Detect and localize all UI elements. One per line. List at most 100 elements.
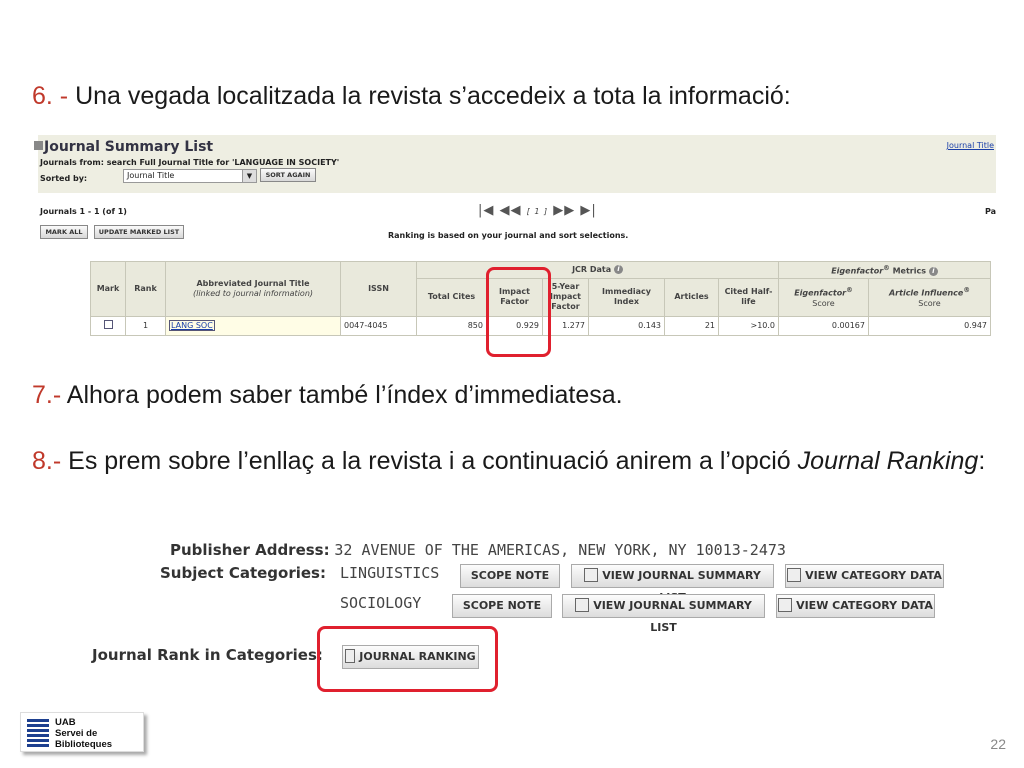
eigen-group-rest: Metrics [889,266,926,276]
eigenfactor-group: Eigenfactor® Metrics i [778,261,991,279]
logo-line-1: UAB [55,717,76,728]
subject-name: LINGUISTICS [340,564,440,582]
info-icon[interactable]: i [613,264,623,274]
article-influence-sub: Score [918,298,941,308]
eigen-score-sup: ® [846,286,853,295]
col-immediacy: Immediacy Index [588,277,665,317]
subject-categories-label: Subject Categories: [160,564,326,582]
article-influence-title: Article Influence [888,288,964,298]
col-eigen-score: Eigenfactor® Score [778,277,869,317]
subject-categories-label-row: Subject Categories: [160,564,326,582]
view-journal-summary-button[interactable]: VIEW JOURNAL SUMMARY LIST [562,594,765,634]
publisher-address-value: 32 AVENUE OF THE AMERICAS, NEW YORK, NY … [334,541,786,559]
logo-line-2: Servei de [55,728,98,739]
page-indicator: [ 1 ] [526,207,549,216]
uab-logo-icon [27,719,49,747]
col-abbrev: Abbreviated Journal Title (linked to jou… [165,261,341,317]
scope-note-button[interactable]: SCOPE NOTE [460,564,560,588]
col-mark: Mark [90,261,126,317]
journal-rank-label: Journal Rank in Categories: [92,646,323,664]
journal-title-link[interactable]: Journal Title [947,141,994,150]
col-articles: Articles [664,277,719,317]
next-page-icon[interactable]: ▶▶ [553,203,575,218]
article-influence-sup: ® [963,286,970,295]
update-marked-list-button[interactable]: UPDATE MARKED LIST [94,225,184,239]
page-label: Pa [984,207,996,216]
step-text-italic: Journal Ranking [797,447,979,475]
documents-icon [778,598,793,612]
step-number: 6. - [32,82,69,110]
page-number: 22 [990,736,1006,752]
eigen-score-cell: 0.00167 [778,315,869,336]
eigen-group-italic: Eigenfactor [831,266,884,276]
uab-logo-text: UAB Servei de Biblioteques [55,717,112,750]
view-journal-summary-label: VIEW JOURNAL SUMMARY LIST [593,599,752,634]
document-icon [584,568,599,582]
view-journal-summary-button[interactable]: VIEW JOURNAL SUMMARY LIST [571,564,774,604]
step-text-before: Es prem sobre l’enllaç a la revista i a … [68,447,798,475]
impact-factor-highlight [486,267,551,357]
col-issn: ISSN [340,261,417,317]
title-bullet-icon [34,141,43,150]
step-text: Alhora podem saber també l’índex d’immed… [66,381,623,409]
last-page-icon[interactable]: ▶| [580,203,596,218]
col-rank: Rank [125,261,166,317]
abbrev-cell: LANG SOC [165,315,341,336]
journal-abbrev-link[interactable]: LANG SOC [169,320,215,332]
step-number: 7.- [32,381,62,409]
subject-linguistics: LINGUISTICS [340,564,439,582]
sort-again-button[interactable]: SORT AGAIN [260,168,316,182]
articles-cell: 21 [664,315,719,336]
documents-icon [787,568,802,582]
first-page-icon[interactable]: |◀ [478,203,494,218]
summary-header: Journal Summary List Journal Title Journ… [34,135,996,193]
step-8-text: 8.- Es prem sobre l’enllaç a la revista … [32,442,1007,480]
view-category-data-label: VIEW CATEGORY DATA [796,599,933,612]
mark-all-button[interactable]: MARK ALL [40,225,88,239]
rank-cell: 1 [125,315,166,336]
view-category-data-button[interactable]: VIEW CATEGORY DATA [776,594,935,618]
document-icon [575,598,590,612]
col-cited-half-life: Cited Half-life [718,277,779,317]
step-number: 8.- [32,447,62,475]
eigen-group-sup: ® [883,264,890,272]
mark-checkbox[interactable] [103,320,113,330]
view-category-data-button[interactable]: VIEW CATEGORY DATA [785,564,944,588]
subject-sociology: SOCIOLOGY [340,594,421,612]
chevron-down-icon: ▼ [242,170,256,182]
step-6-text: 6. - Una vegada localitzada la revista s… [32,77,791,115]
col-abbrev-sub: (linked to journal information) [192,288,314,298]
sort-select-value: Journal Title [127,171,175,180]
pager: |◀ ◀◀ [ 1 ] ▶▶ ▶| [478,203,597,218]
ranking-note: Ranking is based on your journal and sor… [388,231,629,240]
logo-line-3: Biblioteques [55,739,113,750]
total-cites-cell: 850 [416,315,487,336]
publisher-address-label: Publisher Address: [170,541,330,559]
cited-half-life-cell: >10.0 [718,315,779,336]
sorted-by-label: Sorted by: [40,174,88,183]
eigen-score-title: Eigenfactor [794,288,847,298]
step-text-after: : [978,447,986,475]
immediacy-cell: 0.143 [588,315,665,336]
publisher-address-row: Publisher Address: 32 AVENUE OF THE AMER… [170,541,786,559]
step-text: Una vegada localitzada la revista s’acce… [75,82,791,110]
issn-cell: 0047-4045 [340,315,417,336]
journal-ranking-highlight [317,626,498,692]
eigen-score-sub: Score [812,298,835,308]
uab-logo: UAB Servei de Biblioteques [20,712,144,752]
article-influence-cell: 0.947 [868,315,991,336]
prev-page-icon[interactable]: ◀◀ [500,203,522,218]
view-category-data-label: VIEW CATEGORY DATA [805,569,942,582]
col-total-cites: Total Cites [416,277,487,317]
summary-title: Journal Summary List [44,139,214,155]
scope-note-button[interactable]: SCOPE NOTE [452,594,552,618]
jcr-data-title: JCR Data [572,264,612,274]
subject-name: SOCIOLOGY [340,594,422,612]
sort-select[interactable]: Journal Title ▼ [123,169,257,183]
journals-count: Journals 1 - 1 (of 1) [40,207,127,216]
col-article-influence: Article Influence® Score [868,277,991,317]
info-icon[interactable]: i [928,266,938,276]
col-abbrev-title: Abbreviated Journal Title [196,278,310,288]
mark-checkbox-cell [90,315,126,336]
journals-from-text: Journals from: search Full Journal Title… [40,158,340,167]
